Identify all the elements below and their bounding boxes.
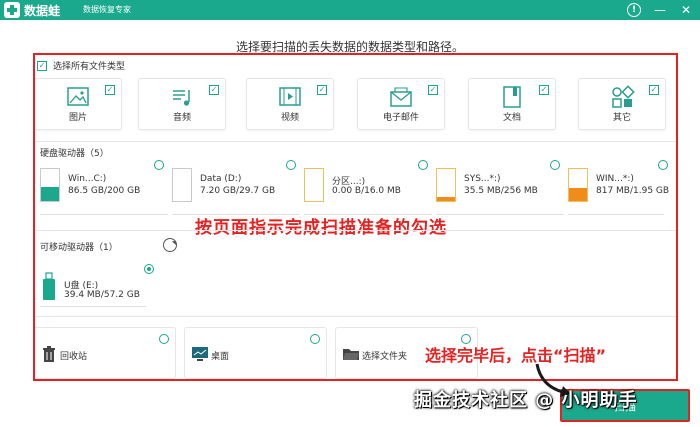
location-desktop[interactable]: 桌面 bbox=[184, 327, 327, 379]
removable-drives-title: 可移动驱动器（1） bbox=[40, 243, 118, 253]
file-type-other[interactable]: ✓ 其它 bbox=[578, 78, 666, 130]
close-button[interactable]: ✕ bbox=[678, 2, 694, 18]
select-all-checkbox[interactable]: ✓ bbox=[37, 60, 47, 71]
email-icon bbox=[390, 87, 412, 107]
recycle-bin-icon bbox=[43, 346, 55, 362]
watermark: 掘金技术社区 @ 小明助手 bbox=[414, 390, 638, 411]
disk-usage-icon bbox=[40, 168, 60, 202]
file-type-email[interactable]: ✓ 电子邮件 bbox=[357, 78, 445, 130]
disk-usage-fill bbox=[569, 187, 587, 201]
document-icon bbox=[503, 86, 521, 108]
location-recycle-bin[interactable]: 回收站 bbox=[33, 327, 176, 379]
type-label: 视频 bbox=[280, 113, 299, 123]
usb-drive-icon bbox=[43, 272, 55, 300]
email-type-checkbox[interactable]: ✓ bbox=[428, 85, 438, 95]
section-divider bbox=[36, 230, 676, 231]
drive-size: 0.00 B/16.0 MB bbox=[332, 186, 401, 196]
location-label: 选择文件夹 bbox=[362, 352, 408, 362]
folder-icon bbox=[343, 349, 359, 360]
drive-radio[interactable] bbox=[154, 160, 164, 170]
drive-name: Win...C:) bbox=[68, 174, 107, 184]
drive-underline bbox=[436, 214, 564, 215]
document-type-checkbox[interactable]: ✓ bbox=[539, 85, 549, 95]
title-bar: 数据蛙 数据恢复专家 ! — ✕ bbox=[0, 0, 700, 20]
audio-type-checkbox[interactable]: ✓ bbox=[209, 85, 219, 95]
hard-drives-title: 硬盘驱动器（5） bbox=[40, 149, 109, 159]
drive-radio[interactable] bbox=[418, 160, 428, 170]
page-instruction: 选择要扫描的丢失数据的数据类型和路径。 bbox=[235, 40, 464, 54]
app-subtitle: 数据恢复专家 bbox=[83, 5, 131, 14]
drive-underline bbox=[40, 306, 146, 307]
disk-usage-fill bbox=[41, 187, 59, 201]
window-controls: ! — ✕ bbox=[626, 2, 694, 18]
drive-size: 7.20 GB/29.7 GB bbox=[200, 186, 276, 196]
file-type-image[interactable]: ✓ 图片 bbox=[34, 78, 122, 130]
drive-item[interactable]: SYS...*:) 35.5 MB/256 MB bbox=[436, 160, 564, 215]
section-divider bbox=[36, 141, 676, 142]
drive-item[interactable]: WIN...*:) 817 MB/1.95 GB bbox=[568, 160, 672, 215]
other-icon bbox=[612, 85, 635, 108]
type-label: 文档 bbox=[502, 113, 521, 123]
other-type-checkbox[interactable]: ✓ bbox=[649, 85, 659, 95]
file-type-audio[interactable]: ✓ 音频 bbox=[138, 78, 226, 130]
app-name: 数据蛙 bbox=[24, 3, 61, 18]
disk-usage-icon bbox=[304, 168, 324, 202]
image-type-checkbox[interactable]: ✓ bbox=[105, 85, 115, 95]
annotation-finish: 选择完毕后，点击“扫描” bbox=[425, 346, 607, 365]
drive-item[interactable]: Win...C:) 86.5 GB/200 GB bbox=[40, 160, 168, 215]
help-circle-icon: ! bbox=[627, 3, 641, 17]
drive-size: 86.5 GB/200 GB bbox=[68, 186, 141, 196]
desktop-icon bbox=[192, 347, 208, 361]
disk-usage-icon bbox=[172, 168, 192, 202]
logo-cross-icon bbox=[4, 2, 20, 18]
select-all-row[interactable]: ✓ 选择所有文件类型 bbox=[37, 59, 125, 72]
location-radio[interactable] bbox=[159, 334, 169, 344]
type-label: 其它 bbox=[612, 113, 631, 123]
disk-usage-icon bbox=[568, 168, 588, 202]
type-label: 音频 bbox=[172, 113, 191, 123]
file-type-document[interactable]: ✓ 文档 bbox=[468, 78, 556, 130]
drive-item[interactable]: 分区...:) 0.00 B/16.0 MB bbox=[304, 160, 432, 215]
drive-size: 39.4 MB/57.2 GB bbox=[64, 290, 140, 300]
file-type-video[interactable]: ✓ 视频 bbox=[246, 78, 334, 130]
disk-usage-icon bbox=[436, 168, 456, 202]
drive-name: Data (D:) bbox=[200, 174, 242, 184]
disk-usage-fill bbox=[437, 196, 455, 201]
drive-underline bbox=[40, 214, 168, 215]
refresh-icon[interactable] bbox=[163, 238, 177, 252]
help-button[interactable]: ! bbox=[626, 2, 642, 18]
location-label: 回收站 bbox=[60, 352, 88, 362]
drive-name: WIN...*:) bbox=[596, 174, 634, 184]
drive-size: 817 MB/1.95 GB bbox=[596, 186, 670, 196]
video-type-checkbox[interactable]: ✓ bbox=[317, 85, 327, 95]
drive-radio[interactable] bbox=[286, 160, 296, 170]
app-logo: 数据蛙 bbox=[4, 2, 60, 18]
drive-radio[interactable] bbox=[658, 160, 668, 170]
section-divider bbox=[36, 316, 676, 317]
type-label: 图片 bbox=[68, 113, 87, 123]
drive-underline bbox=[568, 214, 664, 215]
select-all-label: 选择所有文件类型 bbox=[53, 62, 126, 72]
drive-radio-selected[interactable] bbox=[144, 264, 154, 274]
music-icon bbox=[173, 90, 190, 106]
minimize-button[interactable]: — bbox=[652, 2, 668, 18]
image-icon bbox=[67, 87, 89, 106]
drive-name: SYS...*:) bbox=[464, 174, 501, 184]
removable-drive-item[interactable]: U盘 (E:) 39.4 MB/57.2 GB bbox=[40, 264, 154, 312]
type-label: 电子邮件 bbox=[382, 113, 419, 123]
location-radio[interactable] bbox=[310, 334, 320, 344]
drive-radio[interactable] bbox=[550, 160, 560, 170]
drive-item[interactable]: Data (D:) 7.20 GB/29.7 GB bbox=[172, 160, 300, 215]
video-icon bbox=[279, 87, 301, 106]
annotation-main: 按页面指示完成扫描准备的勾选 bbox=[195, 218, 447, 238]
drive-size: 35.5 MB/256 MB bbox=[464, 186, 538, 196]
location-label: 桌面 bbox=[211, 352, 230, 362]
